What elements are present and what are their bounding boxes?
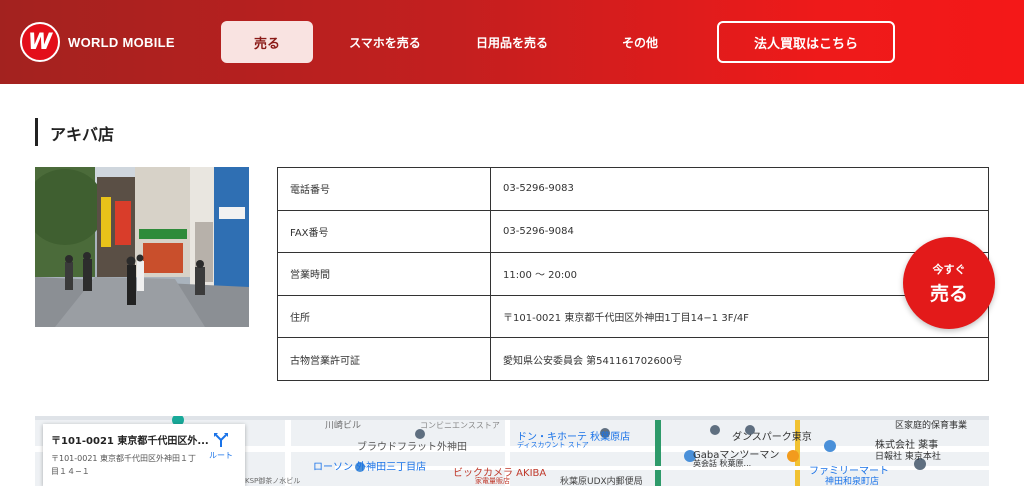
info-label: 古物営業許可証: [277, 337, 491, 381]
fax-value: 03-5296-9084: [490, 209, 989, 254]
nav-other[interactable]: その他: [600, 21, 680, 63]
map-label: ダンスパーク東京: [732, 432, 812, 443]
nav-sell-daily[interactable]: 日用品を売る: [472, 21, 552, 63]
brand-name: WORLD MOBILE: [68, 34, 175, 50]
map-label: コンビニエンスストア: [420, 421, 500, 430]
store-info-table: 電話番号 03-5296-9083 FAX番号 03-5296-9084 営業時…: [277, 167, 989, 381]
table-row: 営業時間 11:00 〜 20:00: [277, 252, 989, 296]
page-title: アキバ店: [50, 125, 115, 144]
logo-letter: W: [27, 29, 53, 55]
info-label: FAX番号: [277, 209, 491, 254]
map-label: ローソン 外神田三丁目店: [313, 462, 427, 473]
sell-now-line2: 売る: [929, 282, 968, 305]
map-card-title: 〒101-0021 東京都千代田区外...: [51, 436, 209, 447]
nav-sell[interactable]: 売る: [221, 21, 313, 63]
logo-icon: W: [20, 22, 60, 62]
nav-sell-phone[interactable]: スマホを売る: [345, 21, 425, 63]
map-route-button[interactable]: ルート: [203, 432, 239, 461]
info-label: 電話番号: [277, 167, 491, 211]
map-label: 日報社 東京本社: [875, 452, 941, 462]
map-label: KSP御茶ノ水ビル: [245, 477, 301, 485]
map-label: 英会話 秋葉原...: [693, 459, 752, 468]
directions-icon: [214, 433, 228, 447]
map-label: 区家庭的保育事業: [895, 421, 968, 431]
title-accent-bar: [35, 118, 38, 146]
site-header: W WORLD MOBILE 売る スマホを売る 日用品を売る その他 法人買取…: [0, 0, 1024, 84]
map-label: ブラウドフラット外神田: [357, 442, 467, 453]
corporate-purchase-button[interactable]: 法人買取はこちら: [717, 21, 895, 63]
table-row: 住所 〒101-0021 東京都千代田区外神田1丁目14−1 3F/4F: [277, 294, 989, 339]
map-label: 川崎ビル: [325, 421, 362, 431]
license-value: 愛知県公安委員会 第541161702600号: [490, 337, 989, 381]
store-street-image: [35, 167, 249, 327]
info-label: 営業時間: [277, 252, 491, 296]
map-info-card: 〒101-0021 東京都千代田区外... 〒101-0021 東京都千代田区外…: [43, 424, 245, 486]
brand-logo[interactable]: W WORLD MOBILE: [20, 22, 175, 62]
sell-now-line1: 今すぐ: [932, 262, 966, 276]
map-label: ディスカウント ストア: [517, 441, 589, 449]
route-label: ルート: [209, 451, 233, 460]
info-label: 住所: [277, 294, 491, 339]
map-label: 神田和泉町店: [825, 477, 880, 486]
table-row: 電話番号 03-5296-9083: [277, 167, 989, 211]
table-row: FAX番号 03-5296-9084: [277, 209, 989, 254]
map-card-address: 〒101-0021 東京都千代田区外神田１丁目１４−１: [51, 454, 197, 476]
map-label: 家電量販店: [475, 477, 510, 485]
phone-value: 03-5296-9083: [490, 167, 989, 211]
store-photo: [35, 167, 249, 327]
map-label: 秋葉原UDX内郵便局: [560, 477, 643, 486]
table-row: 古物営業許可証 愛知県公安委員会 第541161702600号: [277, 337, 989, 381]
sell-now-button[interactable]: 今すぐ 売る: [903, 237, 995, 329]
